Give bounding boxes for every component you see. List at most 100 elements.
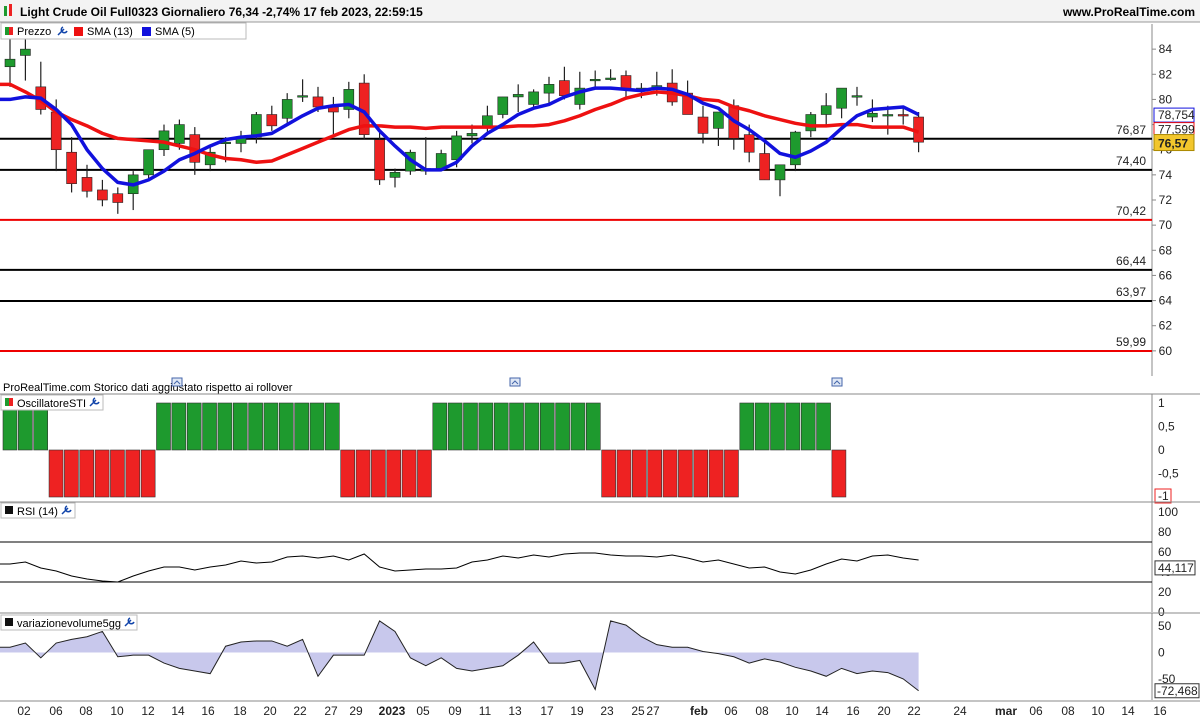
calendar-marker-icon[interactable]: [831, 377, 843, 387]
sti-bar: [156, 402, 171, 451]
sti-bar: [570, 402, 586, 451]
candle-body: [759, 153, 770, 181]
candle-body: [112, 193, 124, 203]
sti-bar: [632, 449, 647, 498]
candle-body: [620, 75, 632, 90]
level-label: 74,40: [1116, 154, 1146, 168]
sti-bar: [278, 402, 294, 451]
rsi-label: RSI (14): [17, 506, 58, 518]
sti-bar: [754, 402, 770, 451]
date-tick-label: 16: [201, 704, 215, 718]
date-tick-label: 27: [324, 704, 338, 718]
sti-bar: [539, 402, 555, 451]
date-tick-label: 10: [1091, 704, 1105, 718]
date-tick-label: 20: [877, 704, 891, 718]
date-tick-label: 08: [755, 704, 769, 718]
sti-tick-label: 0,5: [1158, 420, 1175, 434]
level-label: 66,44: [1116, 254, 1146, 268]
sti-bar: [447, 402, 463, 451]
sti-bar: [647, 449, 663, 498]
date-tick-label: mar: [995, 704, 1017, 718]
price-panel[interactable]: 6062646668707274767880828476,8774,4070,4…: [0, 24, 1200, 376]
candle-body: [97, 189, 108, 201]
date-tick-label: 23: [600, 704, 614, 718]
date-tick-label: 14: [1121, 704, 1135, 718]
date-tick-label: 18: [233, 704, 247, 718]
candle-body: [528, 91, 539, 105]
candle-body: [281, 99, 293, 119]
calendar-marker-icon[interactable]: [171, 377, 183, 387]
sti-bar: [79, 449, 95, 498]
date-tick-label: 06: [1029, 704, 1043, 718]
sti-bar: [371, 449, 386, 498]
price-tick-label: 64: [1159, 294, 1173, 308]
candle-body: [836, 87, 847, 109]
candle-body: [4, 58, 16, 68]
sti-bar: [202, 402, 217, 451]
candle-body: [512, 94, 524, 98]
date-tick-label: 20: [263, 704, 277, 718]
date-tick-label: 17: [540, 704, 554, 718]
candle-body: [374, 139, 385, 181]
date-tick-label: 27: [646, 704, 660, 718]
price-legend: Prezzo SMA (13) SMA (5): [0, 22, 247, 40]
price-tick-label: 84: [1159, 42, 1173, 56]
price-tick-label: 66: [1159, 268, 1173, 282]
sti-bar: [355, 449, 371, 498]
sti-bar: [217, 402, 233, 451]
volume-tick-label: 0: [1158, 646, 1165, 660]
candle-body: [697, 116, 709, 134]
date-tick-label: 14: [815, 704, 829, 718]
sti-bar: [386, 449, 402, 498]
sti-bar: [171, 402, 187, 451]
sti-bar: [94, 449, 110, 498]
candle-body: [297, 95, 308, 98]
site-label: www.ProRealTime.com: [1062, 5, 1195, 19]
volume-last-label: -72,468: [1157, 684, 1198, 698]
sti-bar: [340, 449, 356, 498]
sti-bar: [248, 402, 263, 451]
date-tick-label: 08: [1061, 704, 1075, 718]
legend-price-label: Prezzo: [17, 26, 51, 38]
chart-title: Light Crude Oil Full0323 Giornaliero 76,…: [20, 5, 423, 19]
date-tick-label: 06: [49, 704, 63, 718]
sti-bar: [816, 402, 831, 451]
date-tick-label: 11: [479, 704, 492, 718]
sti-label: OscillatoreSTI: [17, 398, 86, 410]
candle-body: [389, 172, 401, 178]
level-label: 59,99: [1116, 335, 1146, 349]
sti-bar: [232, 402, 248, 451]
candle-body: [605, 77, 616, 80]
sti-bar: [616, 449, 632, 498]
candle-body: [790, 131, 801, 166]
candle-body: [20, 48, 31, 56]
sti-bar: [555, 402, 570, 451]
sti-bar: [770, 402, 785, 451]
current-price-label: 76,57: [1158, 137, 1188, 151]
sti-bar: [785, 402, 801, 451]
sma-value-label: 78,754: [1158, 108, 1195, 122]
candle-body: [589, 79, 601, 82]
candle-body: [81, 177, 93, 192]
chart-canvas[interactable]: Light Crude Oil Full0323 Giornaliero 76,…: [0, 0, 1200, 720]
sti-bar: [724, 449, 739, 498]
sti-bar: [493, 402, 509, 451]
price-tick-label: 62: [1159, 319, 1173, 333]
price-tick-label: 74: [1159, 168, 1173, 182]
sti-bar: [263, 402, 279, 451]
date-tick-label: 19: [570, 704, 584, 718]
date-tick-label: 2023: [379, 704, 406, 718]
date-tick-label: 22: [293, 704, 307, 718]
header-bar: Light Crude Oil Full0323 Giornaliero 76,…: [0, 0, 1200, 23]
candle-body: [897, 114, 909, 117]
date-tick-label: 16: [1153, 704, 1167, 718]
sti-bar: [708, 449, 724, 498]
legend-sma5-label: SMA (5): [155, 26, 195, 38]
rsi-tick-label: 0: [1158, 605, 1165, 619]
candle-body: [851, 95, 863, 98]
price-tick-label: 70: [1159, 218, 1173, 232]
candle-body: [805, 114, 817, 132]
calendar-marker-icon[interactable]: [509, 377, 521, 387]
candle-body: [66, 151, 77, 184]
sti-bar: [48, 449, 64, 498]
